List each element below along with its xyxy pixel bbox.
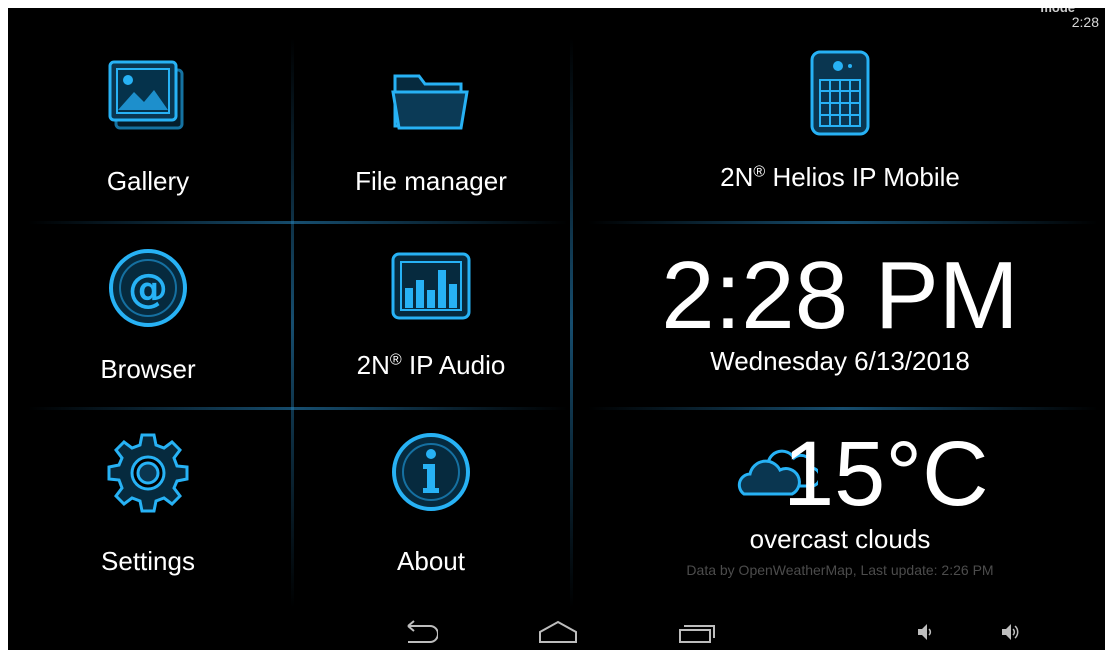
file-manager-tile[interactable]: File manager [294, 38, 568, 218]
divider [588, 221, 1098, 224]
ip-audio-tile[interactable]: 2N® IP Audio [294, 224, 568, 404]
home-icon[interactable] [538, 620, 578, 649]
volume-down-icon[interactable] [916, 622, 936, 647]
volume-up-icon[interactable] [1000, 622, 1024, 647]
ip-audio-brand: 2N [356, 350, 390, 380]
helios-name: Helios IP Mobile [765, 162, 960, 192]
home-screen: mode 2:28 Gallery File manager [8, 8, 1105, 650]
divider [570, 38, 573, 608]
status-mode-text: mode [1040, 8, 1075, 15]
folder-icon [389, 66, 473, 136]
status-clock: 2:28 [1071, 14, 1099, 30]
registered-mark: ® [389, 351, 402, 369]
clock-date: Wednesday 6/13/2018 [710, 346, 970, 376]
gallery-label: Gallery [106, 166, 190, 196]
back-icon[interactable] [400, 620, 439, 649]
status-bar: mode 2:28 [8, 8, 1105, 36]
about-label: About [397, 546, 465, 576]
gallery-icon [106, 58, 190, 136]
weather-credit: Data by OpenWeatherMap, Last update: 2:2… [686, 562, 994, 578]
ip-audio-name: IP Audio [401, 350, 506, 380]
svg-text:@: @ [128, 266, 168, 312]
info-icon [389, 430, 473, 514]
file-manager-label: File manager [355, 166, 507, 196]
divider [588, 407, 1098, 410]
at-icon: @ [106, 246, 190, 330]
browser-label: Browser [100, 354, 196, 384]
registered-mark: ® [753, 163, 766, 181]
intercom-icon [808, 48, 872, 138]
clock-time[interactable]: 2:28 PM [588, 248, 1092, 344]
navigation-bar [8, 612, 1105, 650]
weather-temperature[interactable]: 15°C [783, 428, 989, 520]
settings-label: Settings [101, 546, 195, 576]
weather-description: overcast clouds [749, 524, 931, 554]
gear-icon [105, 430, 191, 516]
gallery-tile[interactable]: Gallery [8, 38, 288, 218]
recents-icon[interactable] [678, 620, 716, 649]
browser-tile[interactable]: @ Browser [8, 224, 288, 404]
helios-ip-mobile-label: 2N® Helios IP Mobile [588, 162, 1092, 193]
equalizer-icon [389, 250, 473, 322]
about-tile[interactable]: About [294, 410, 568, 610]
ip-audio-label: 2N® IP Audio [294, 350, 568, 381]
helios-brand: 2N [720, 162, 754, 192]
helios-ip-mobile-tile[interactable]: 2N® Helios IP Mobile [588, 38, 1092, 218]
settings-tile[interactable]: Settings [8, 410, 288, 610]
